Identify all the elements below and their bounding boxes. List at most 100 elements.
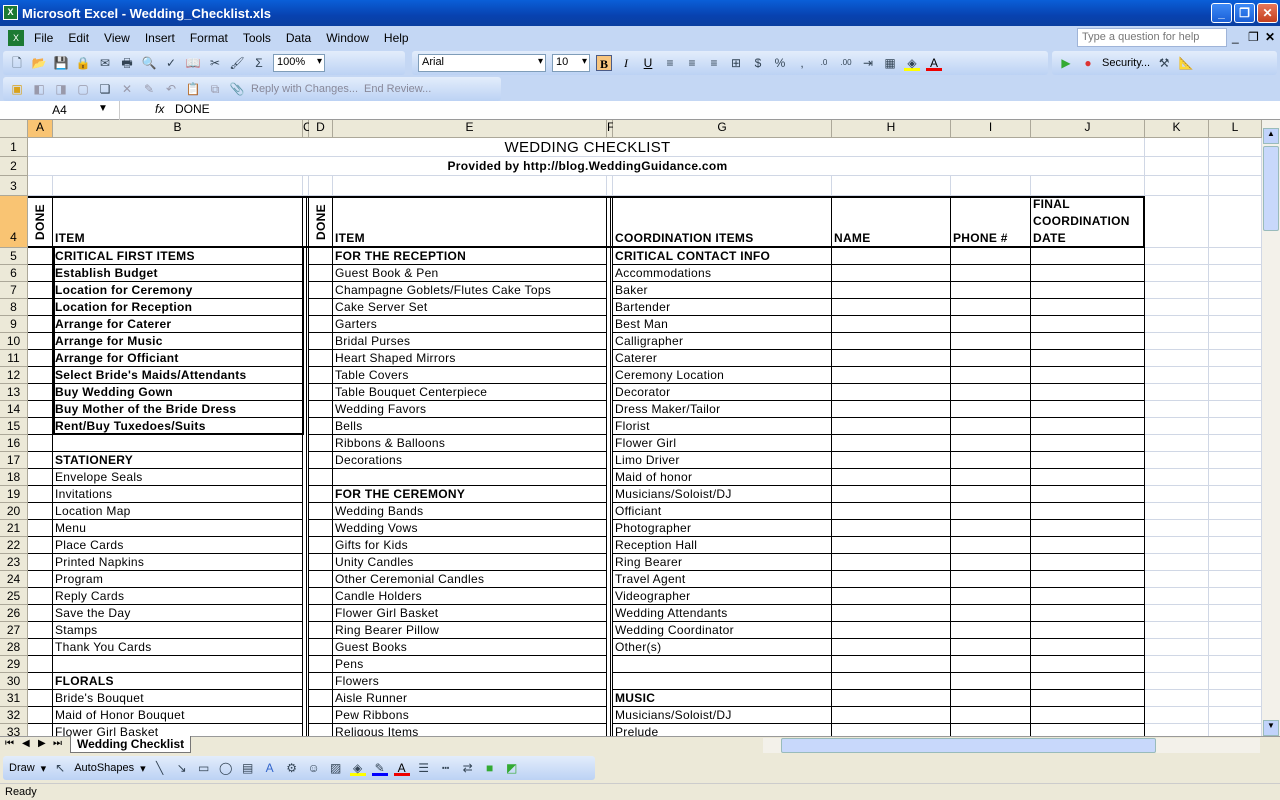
column-header-G[interactable]: G [613,120,832,138]
cell-text-G7[interactable]: Baker [613,282,832,299]
cell-text-B22[interactable]: Place Cards [53,537,303,554]
cell-D16[interactable] [309,435,333,452]
cell-A5[interactable] [28,248,53,265]
cell-text-G20[interactable]: Officiant [613,503,832,520]
cell-J14[interactable] [1031,401,1145,418]
cell-A22[interactable] [28,537,53,554]
cell-H22[interactable] [832,537,951,554]
cell-J8[interactable] [1031,299,1145,316]
cell-I23[interactable] [951,554,1031,571]
picture-icon[interactable]: ▨ [328,760,344,776]
cell-text-B6[interactable]: Establish Budget [53,265,303,282]
cell-H5[interactable] [832,248,951,265]
cell-A29[interactable] [28,656,53,673]
print-preview-icon[interactable]: 🔍 [141,55,157,71]
cell-J17[interactable] [1031,452,1145,469]
cell-text-E29[interactable]: Pens [333,656,607,673]
row-header-31[interactable]: 31 [0,690,28,707]
prev-sheet-icon[interactable]: ◀ [22,738,30,749]
cell-J31[interactable] [1031,690,1145,707]
cell-L3[interactable] [1209,176,1262,196]
cell-I22[interactable] [951,537,1031,554]
cell-D31[interactable] [309,690,333,707]
cell-A23[interactable] [28,554,53,571]
first-sheet-icon[interactable]: ⏮ [5,738,14,749]
cell-text-G25[interactable]: Videographer [613,588,832,605]
cell-B29[interactable] [53,656,303,673]
zoom-select[interactable]: 100% [273,54,325,72]
cell-text-B17[interactable]: STATIONERY [53,452,303,469]
cell-A6[interactable] [28,265,53,282]
row-header-22[interactable]: 22 [0,537,28,554]
cell-A33[interactable] [28,724,53,736]
cell-text-G14[interactable]: Dress Maker/Tailor [613,401,832,418]
increase-decimal-icon[interactable]: .0 [816,55,832,71]
cell-H17[interactable] [832,452,951,469]
cell-K19[interactable] [1145,486,1209,503]
cell-text-E21[interactable]: Wedding Vows [333,520,607,537]
indent-icon[interactable]: ⇥ [860,55,876,71]
cell-text-B28[interactable]: Thank You Cards [53,639,303,656]
cell-I21[interactable] [951,520,1031,537]
rectangle-icon[interactable]: ▭ [196,760,212,776]
cell-A20[interactable] [28,503,53,520]
design-mode-icon[interactable]: 📐 [1178,55,1194,71]
cell-text-E31[interactable]: Aisle Runner [333,690,607,707]
cell-I6[interactable] [951,265,1031,282]
cell-D19[interactable] [309,486,333,503]
menu-help[interactable]: Help [384,31,409,45]
cell-I27[interactable] [951,622,1031,639]
dash-style-icon[interactable]: ┅ [438,760,454,776]
cell-D15[interactable] [309,418,333,435]
cell-H20[interactable] [832,503,951,520]
cell-K5[interactable] [1145,248,1209,265]
merge-center-icon[interactable]: ⊞ [728,55,744,71]
cell-L33[interactable] [1209,724,1262,736]
cell-H19[interactable] [832,486,951,503]
cell-text-E20[interactable]: Wedding Bands [333,503,607,520]
cell-text-B13[interactable]: Buy Wedding Gown [53,384,303,401]
cell-B16[interactable] [53,435,303,452]
help-search-input[interactable]: Type a question for help [1077,28,1227,47]
cell-text-B10[interactable]: Arrange for Music [53,333,303,350]
menu-file[interactable]: File [34,31,53,45]
cell-J16[interactable] [1031,435,1145,452]
row-header-8[interactable]: 8 [0,299,28,316]
cell-H21[interactable] [832,520,951,537]
menu-insert[interactable]: Insert [145,31,175,45]
cell-I17[interactable] [951,452,1031,469]
font-color-icon[interactable]: A [926,55,942,71]
cell-L23[interactable] [1209,554,1262,571]
cell-H26[interactable] [832,605,951,622]
italic-button[interactable]: I [618,55,634,71]
cell-text-B24[interactable]: Program [53,571,303,588]
row-header-11[interactable]: 11 [0,350,28,367]
cell-text-E13[interactable]: Table Bouquet Centerpiece [333,384,607,401]
row-header-9[interactable]: 9 [0,316,28,333]
cell-text-E15[interactable]: Bells [333,418,607,435]
security-button[interactable]: Security... [1102,57,1150,69]
cell-A27[interactable] [28,622,53,639]
cell-J27[interactable] [1031,622,1145,639]
cell-text-E10[interactable]: Bridal Purses [333,333,607,350]
cell-J26[interactable] [1031,605,1145,622]
cell-D20[interactable] [309,503,333,520]
cell-J3[interactable] [1031,176,1145,196]
column-header-J[interactable]: J [1031,120,1145,138]
cell-text-G6[interactable]: Accommodations [613,265,832,282]
text-box-icon[interactable]: ▤ [240,760,256,776]
cell-text-B7[interactable]: Location for Ceremony [53,282,303,299]
cell-I25[interactable] [951,588,1031,605]
cell-K31[interactable] [1145,690,1209,707]
cell-H10[interactable] [832,333,951,350]
percent-button[interactable]: % [772,55,788,71]
currency-button[interactable]: $ [750,55,766,71]
row-header-10[interactable]: 10 [0,333,28,350]
insert-function-icon[interactable]: fx [155,102,164,116]
cell-text-B25[interactable]: Reply Cards [53,588,303,605]
doc-close-button[interactable]: ✕ [1265,30,1275,44]
attach-icon[interactable]: 📎 [229,81,245,97]
cell-D3[interactable] [309,176,333,196]
cell-D24[interactable] [309,571,333,588]
cell-text-E23[interactable]: Unity Candles [333,554,607,571]
